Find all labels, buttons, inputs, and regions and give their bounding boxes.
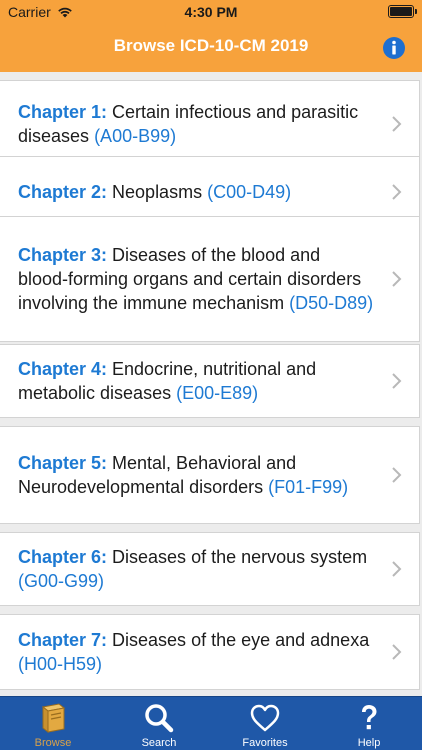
- tab-label: Help: [357, 737, 381, 749]
- chapter-label: Chapter 6:: [18, 547, 108, 567]
- book-icon: [41, 703, 66, 734]
- chapter-code: (D50-D89): [289, 293, 374, 313]
- page-title: Browse ICD-10-CM 2019: [113, 36, 309, 55]
- chapter-title: Diseases of the eye and adnexa: [112, 630, 370, 650]
- chevron-right-icon: [392, 644, 402, 660]
- search-icon: [145, 704, 174, 733]
- chevron-right-icon: [392, 184, 402, 200]
- chapter-row-7[interactable]: Chapter 7: Diseases of the eye and adnex…: [0, 614, 420, 690]
- chapter-title: Neoplasms: [112, 182, 203, 202]
- chapter-code: (C00-D49): [207, 182, 292, 202]
- chapter-code: (F01-F99): [268, 477, 349, 497]
- tab-label: Search: [141, 737, 177, 749]
- tab-label: Browse: [34, 737, 72, 749]
- heart-icon: [250, 704, 280, 732]
- tab-favorites[interactable]: Favorites: [212, 697, 318, 750]
- chapter-label: Chapter 7:: [18, 630, 108, 650]
- chapter-row-6[interactable]: Chapter 6: Diseases of the nervous syste…: [0, 532, 420, 606]
- chapter-list[interactable]: Chapter 1: Certain infectious and parasi…: [0, 72, 422, 696]
- header: Carrier 4:30 PM Browse ICD-10-CM 2019: [0, 0, 422, 72]
- chapter-label: Chapter 4:: [18, 359, 108, 379]
- chapter-row-3[interactable]: Chapter 3: Diseases of the blood and blo…: [0, 216, 420, 342]
- tab-search[interactable]: Search: [106, 697, 212, 750]
- status-bar: Carrier 4:30 PM: [0, 0, 422, 24]
- chapter-title: Diseases of the nervous system: [112, 547, 368, 567]
- tab-bar: Browse Search Favorites Help: [0, 696, 422, 750]
- chapter-label: Chapter 2:: [18, 182, 108, 202]
- chevron-right-icon: [392, 561, 402, 577]
- chapter-label: Chapter 5:: [18, 453, 108, 473]
- chapter-row-1[interactable]: Chapter 1: Certain infectious and parasi…: [0, 80, 420, 168]
- chapter-label: Chapter 1:: [18, 102, 108, 122]
- tab-browse[interactable]: Browse: [0, 697, 106, 750]
- chevron-right-icon: [392, 116, 402, 132]
- question-mark-icon: [362, 705, 377, 730]
- tab-help[interactable]: Help: [316, 697, 422, 750]
- chapter-code: (H00-H59): [18, 654, 103, 674]
- status-time: 4:30 PM: [184, 4, 238, 20]
- chevron-right-icon: [392, 271, 402, 287]
- chapter-code: (G00-G99): [18, 571, 105, 591]
- chapter-code: (E00-E89): [176, 383, 259, 403]
- chapter-code: (A00-B99): [94, 126, 177, 146]
- info-icon[interactable]: [382, 36, 406, 60]
- tab-label: Favorites: [242, 737, 288, 749]
- chapter-row-4[interactable]: Chapter 4: Endocrine, nutritional and me…: [0, 344, 420, 418]
- battery-icon: [388, 5, 417, 18]
- chevron-right-icon: [392, 467, 402, 483]
- chapter-row-5[interactable]: Chapter 5: Mental, Behavioral and Neurod…: [0, 426, 420, 524]
- chapter-label: Chapter 3:: [18, 245, 108, 265]
- chevron-right-icon: [392, 373, 402, 389]
